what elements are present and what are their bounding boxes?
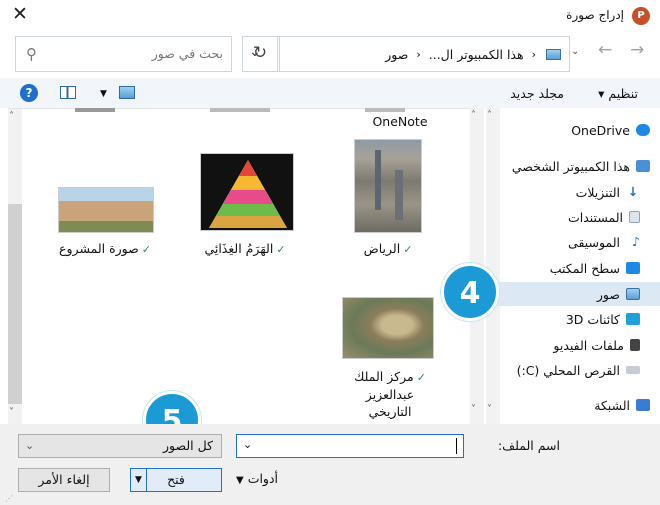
search-input[interactable]: بحث في صور ⚲ <box>15 36 232 72</box>
video-icon <box>630 339 640 351</box>
scroll-down-icon[interactable]: ˅ <box>471 404 476 415</box>
file-name-input[interactable]: ⌄ <box>236 434 464 458</box>
file-label-onenote[interactable]: OneNote <box>355 114 445 129</box>
file-label-food-pyramid[interactable]: ✓الهَرَمُ الغِذَائِي <box>190 241 300 256</box>
back-arrow-icon[interactable]: → <box>630 40 644 60</box>
search-icon: ⚲ <box>26 45 37 63</box>
thumbnail-king-abdulaziz-center[interactable] <box>342 297 434 359</box>
network-icon <box>636 399 650 411</box>
nav-item-desktop[interactable]: سطح المكتب <box>486 256 660 280</box>
thumbnail-food-pyramid[interactable] <box>200 153 294 231</box>
file-type-dropdown-icon[interactable]: ⌄ <box>25 435 34 457</box>
file-name-dropdown-icon[interactable]: ⌄ <box>243 438 252 451</box>
help-icon[interactable]: ? <box>20 84 38 102</box>
nav-item-music[interactable]: ♪ الموسيقى <box>486 230 660 254</box>
search-placeholder: بحث في صور <box>151 46 223 61</box>
navigation-pane: ˄ ˅ OneDrive هذا الكمبيوتر الشخصي ↓ التنز… <box>486 108 660 424</box>
music-icon: ♪ <box>632 234 640 249</box>
file-name-label: اسم الملف: <box>497 438 560 453</box>
recent-locations-chevron-icon[interactable]: ⌄ <box>571 46 579 57</box>
sync-check-icon: ✓ <box>141 243 151 256</box>
pyramid-graphic <box>209 160 287 228</box>
organize-button[interactable]: تنظيم ▾ <box>598 86 638 101</box>
resize-grip-icon[interactable]: ⋰ <box>5 494 13 503</box>
desktop-icon <box>626 262 640 274</box>
cube-icon <box>626 313 640 325</box>
view-options-dropdown-icon[interactable]: ▼ <box>100 89 107 99</box>
nav-item-onedrive[interactable]: OneDrive <box>486 118 660 142</box>
file-label-king-abdulaziz-center[interactable]: ✓مركز الملك عبدالعزيز التاريخي <box>345 368 435 420</box>
address-segment-pictures[interactable]: صور <box>385 47 408 62</box>
nav-item-videos[interactable]: ملفات الفيديو <box>486 333 660 357</box>
nav-item-3d-objects[interactable]: كائنات 3D <box>486 307 660 331</box>
text-cursor <box>456 438 457 454</box>
nav-item-documents[interactable]: المستندات <box>486 205 660 229</box>
download-icon: ↓ <box>627 184 639 199</box>
nav-item-pictures[interactable]: صور <box>486 282 660 306</box>
nav-item-local-disk[interactable]: القرص المحلي (C:) <box>486 358 660 382</box>
window-title: إدراج صورة <box>566 8 624 22</box>
pictures-icon <box>626 288 640 300</box>
drive-icon <box>626 366 640 374</box>
pictures-folder-icon <box>546 48 561 60</box>
address-bar[interactable]: ‹ هذا الكمبيوتر ال... ‹ صور ⌄ <box>242 36 570 72</box>
nav-item-network[interactable]: الشبكة <box>486 393 660 417</box>
sync-check-icon: ✓ <box>416 371 426 384</box>
open-button[interactable]: فتح ▼ <box>130 468 222 492</box>
chevron-right-icon[interactable]: ‹ <box>416 48 420 61</box>
thumbnail-riyadh[interactable] <box>354 139 422 233</box>
file-type-select[interactable]: كل الصور ⌄ <box>18 434 222 458</box>
computer-icon <box>636 160 650 172</box>
step-badge-4: 4 <box>441 263 499 321</box>
chevron-right-icon[interactable]: ‹ <box>532 48 536 61</box>
partial-item-label <box>210 108 270 112</box>
sync-check-icon: ✓ <box>276 243 286 256</box>
change-view-icon[interactable] <box>119 86 135 99</box>
partial-item-label <box>75 108 115 112</box>
file-label-riyadh[interactable]: ✓الرياض <box>340 241 436 256</box>
nav-item-downloads[interactable]: ↓ التنزيلات <box>486 180 660 204</box>
scroll-thumb[interactable] <box>8 204 22 404</box>
open-options-dropdown-icon[interactable]: ▼ <box>131 469 147 491</box>
document-icon <box>629 211 640 223</box>
close-icon[interactable]: ✕ <box>12 3 28 25</box>
preview-pane-icon[interactable] <box>60 86 76 99</box>
tools-menu[interactable]: أدوات ▼ <box>236 471 278 486</box>
thumbnail-project-image[interactable] <box>58 187 154 233</box>
address-segment-this-pc[interactable]: هذا الكمبيوتر ال... <box>429 47 524 62</box>
scroll-up-icon: ˄ <box>9 111 14 122</box>
cancel-button[interactable]: إلغاء الأمر <box>18 468 110 492</box>
partial-item-label <box>365 108 405 112</box>
content-left-scrollbar[interactable]: ˄ ˅ <box>8 109 22 425</box>
scroll-down-icon: ˅ <box>9 407 14 418</box>
nav-item-this-pc[interactable]: هذا الكمبيوتر الشخصي <box>486 154 660 178</box>
cloud-icon <box>636 124 650 136</box>
tools-dropdown-icon: ▼ <box>236 475 244 486</box>
file-label-project-image[interactable]: ✓صورة المشروع <box>50 241 160 256</box>
forward-arrow-icon[interactable]: ← <box>598 40 612 60</box>
new-folder-button[interactable]: مجلد جديد <box>510 86 564 101</box>
refresh-button[interactable]: ↻ <box>242 36 278 72</box>
powerpoint-app-icon: P <box>632 7 650 25</box>
sync-check-icon: ✓ <box>403 243 413 256</box>
scroll-up-icon[interactable]: ˄ <box>471 110 476 121</box>
